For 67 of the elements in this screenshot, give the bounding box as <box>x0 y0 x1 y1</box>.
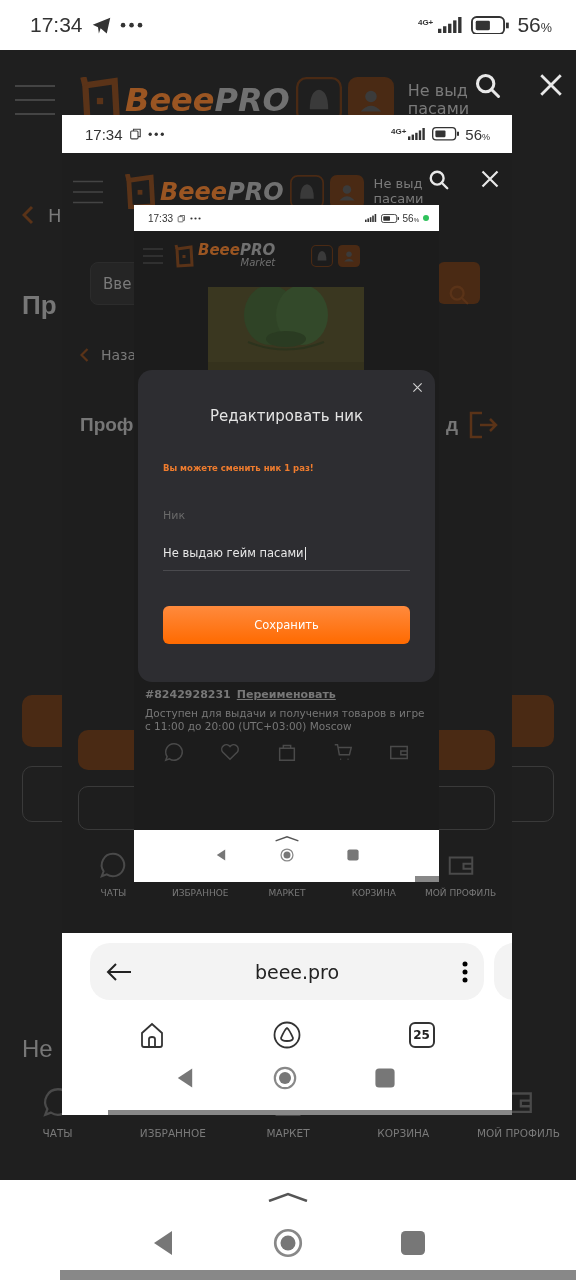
battery-icon <box>432 127 460 141</box>
recents-icon[interactable] <box>373 1066 397 1090</box>
close-icon[interactable] <box>412 382 423 393</box>
close-icon[interactable] <box>538 72 564 98</box>
nav-label[interactable]: МОЙ ПРОФИЛЬ <box>476 1127 560 1139</box>
network-type: 4G+ <box>417 17 434 27</box>
user-id: #8242928231 <box>145 688 231 701</box>
recents-icon[interactable] <box>345 848 360 862</box>
logo[interactable]: BeeePRO Market <box>174 243 276 268</box>
signal-icon <box>437 16 463 34</box>
clock-time: 17:34 <box>85 125 123 143</box>
more-icon[interactable] <box>462 960 468 983</box>
availability-text: с 11:00 до 20:00 (UTC+03:00) Moscow <box>145 720 353 734</box>
more-icon <box>190 216 202 220</box>
text-cursor <box>304 546 306 560</box>
search-icon[interactable] <box>428 169 450 191</box>
back-link[interactable]: Н <box>48 204 62 226</box>
logo-icon <box>124 174 156 209</box>
close-icon[interactable] <box>480 169 500 189</box>
search-icon[interactable] <box>474 72 502 100</box>
nav-label[interactable]: ИЗБРАННОЕ <box>139 1127 206 1139</box>
nav-label[interactable]: ИЗБРАННОЕ <box>171 888 229 898</box>
nav-label[interactable]: МАРКЕТ <box>266 1127 310 1139</box>
page-title: Проф <box>80 414 134 436</box>
chevron-up-icon[interactable] <box>274 835 299 842</box>
chevron-up-icon[interactable] <box>268 1192 308 1202</box>
page-title: Пр <box>22 288 57 322</box>
address-bar[interactable]: beee.pro <box>90 943 484 1000</box>
user-name: Не выд <box>373 177 424 192</box>
battery-icon <box>380 213 399 223</box>
signal-icon <box>364 214 377 222</box>
nickname-text: Не <box>22 1035 54 1064</box>
assistant-icon[interactable] <box>272 1021 301 1049</box>
nav-label[interactable]: КОРЗИНА <box>377 1127 430 1139</box>
signal-icon <box>408 128 427 140</box>
field-label: Ник <box>163 509 187 522</box>
user-name: Не выд <box>407 82 469 100</box>
battery-percent: 56% <box>465 125 490 143</box>
logo-icon <box>174 243 194 268</box>
dialog-title: Редактировать ник <box>208 407 365 425</box>
clock-time: 17:33 <box>148 212 174 224</box>
nickname-field[interactable]: Не выдаю гейм пасами <box>163 546 410 571</box>
copy-icon <box>128 127 143 141</box>
copy-icon <box>177 213 187 223</box>
more-icon <box>120 21 144 29</box>
battery-percent: 56% <box>517 13 552 37</box>
warning-text: Вы можете сменить ник 1 раз! <box>163 463 315 473</box>
recents-icon[interactable] <box>398 1228 428 1258</box>
rename-link[interactable]: Переименовать <box>236 688 336 701</box>
tabs-button[interactable]: 25 <box>408 1022 435 1048</box>
nav-label[interactable]: ЧАТЫ <box>100 888 127 898</box>
availability-text: Доступен для выдачи и получения товаров в игре <box>145 707 425 721</box>
user-name: пасами <box>407 100 470 118</box>
nav-label[interactable]: ЧАТЫ <box>42 1127 73 1139</box>
nav-label[interactable]: КОРЗИНА <box>351 888 396 898</box>
back-arrow-icon[interactable] <box>106 961 132 982</box>
title-fragment: д <box>445 414 458 436</box>
nav-label[interactable]: МАРКЕТ <box>268 888 306 898</box>
gesture-bar <box>415 876 439 882</box>
nav-label[interactable]: МОЙ ПРОФИЛЬ <box>425 888 497 898</box>
battery-icon <box>471 15 510 35</box>
logo[interactable]: BeeePRO <box>124 174 284 209</box>
more-icon <box>148 131 165 137</box>
network-type: 4G+ <box>390 126 407 136</box>
clock-time: 17:34 <box>30 13 83 37</box>
user-name: пасами <box>373 191 424 206</box>
save-button[interactable]: Сохранить <box>163 606 410 644</box>
